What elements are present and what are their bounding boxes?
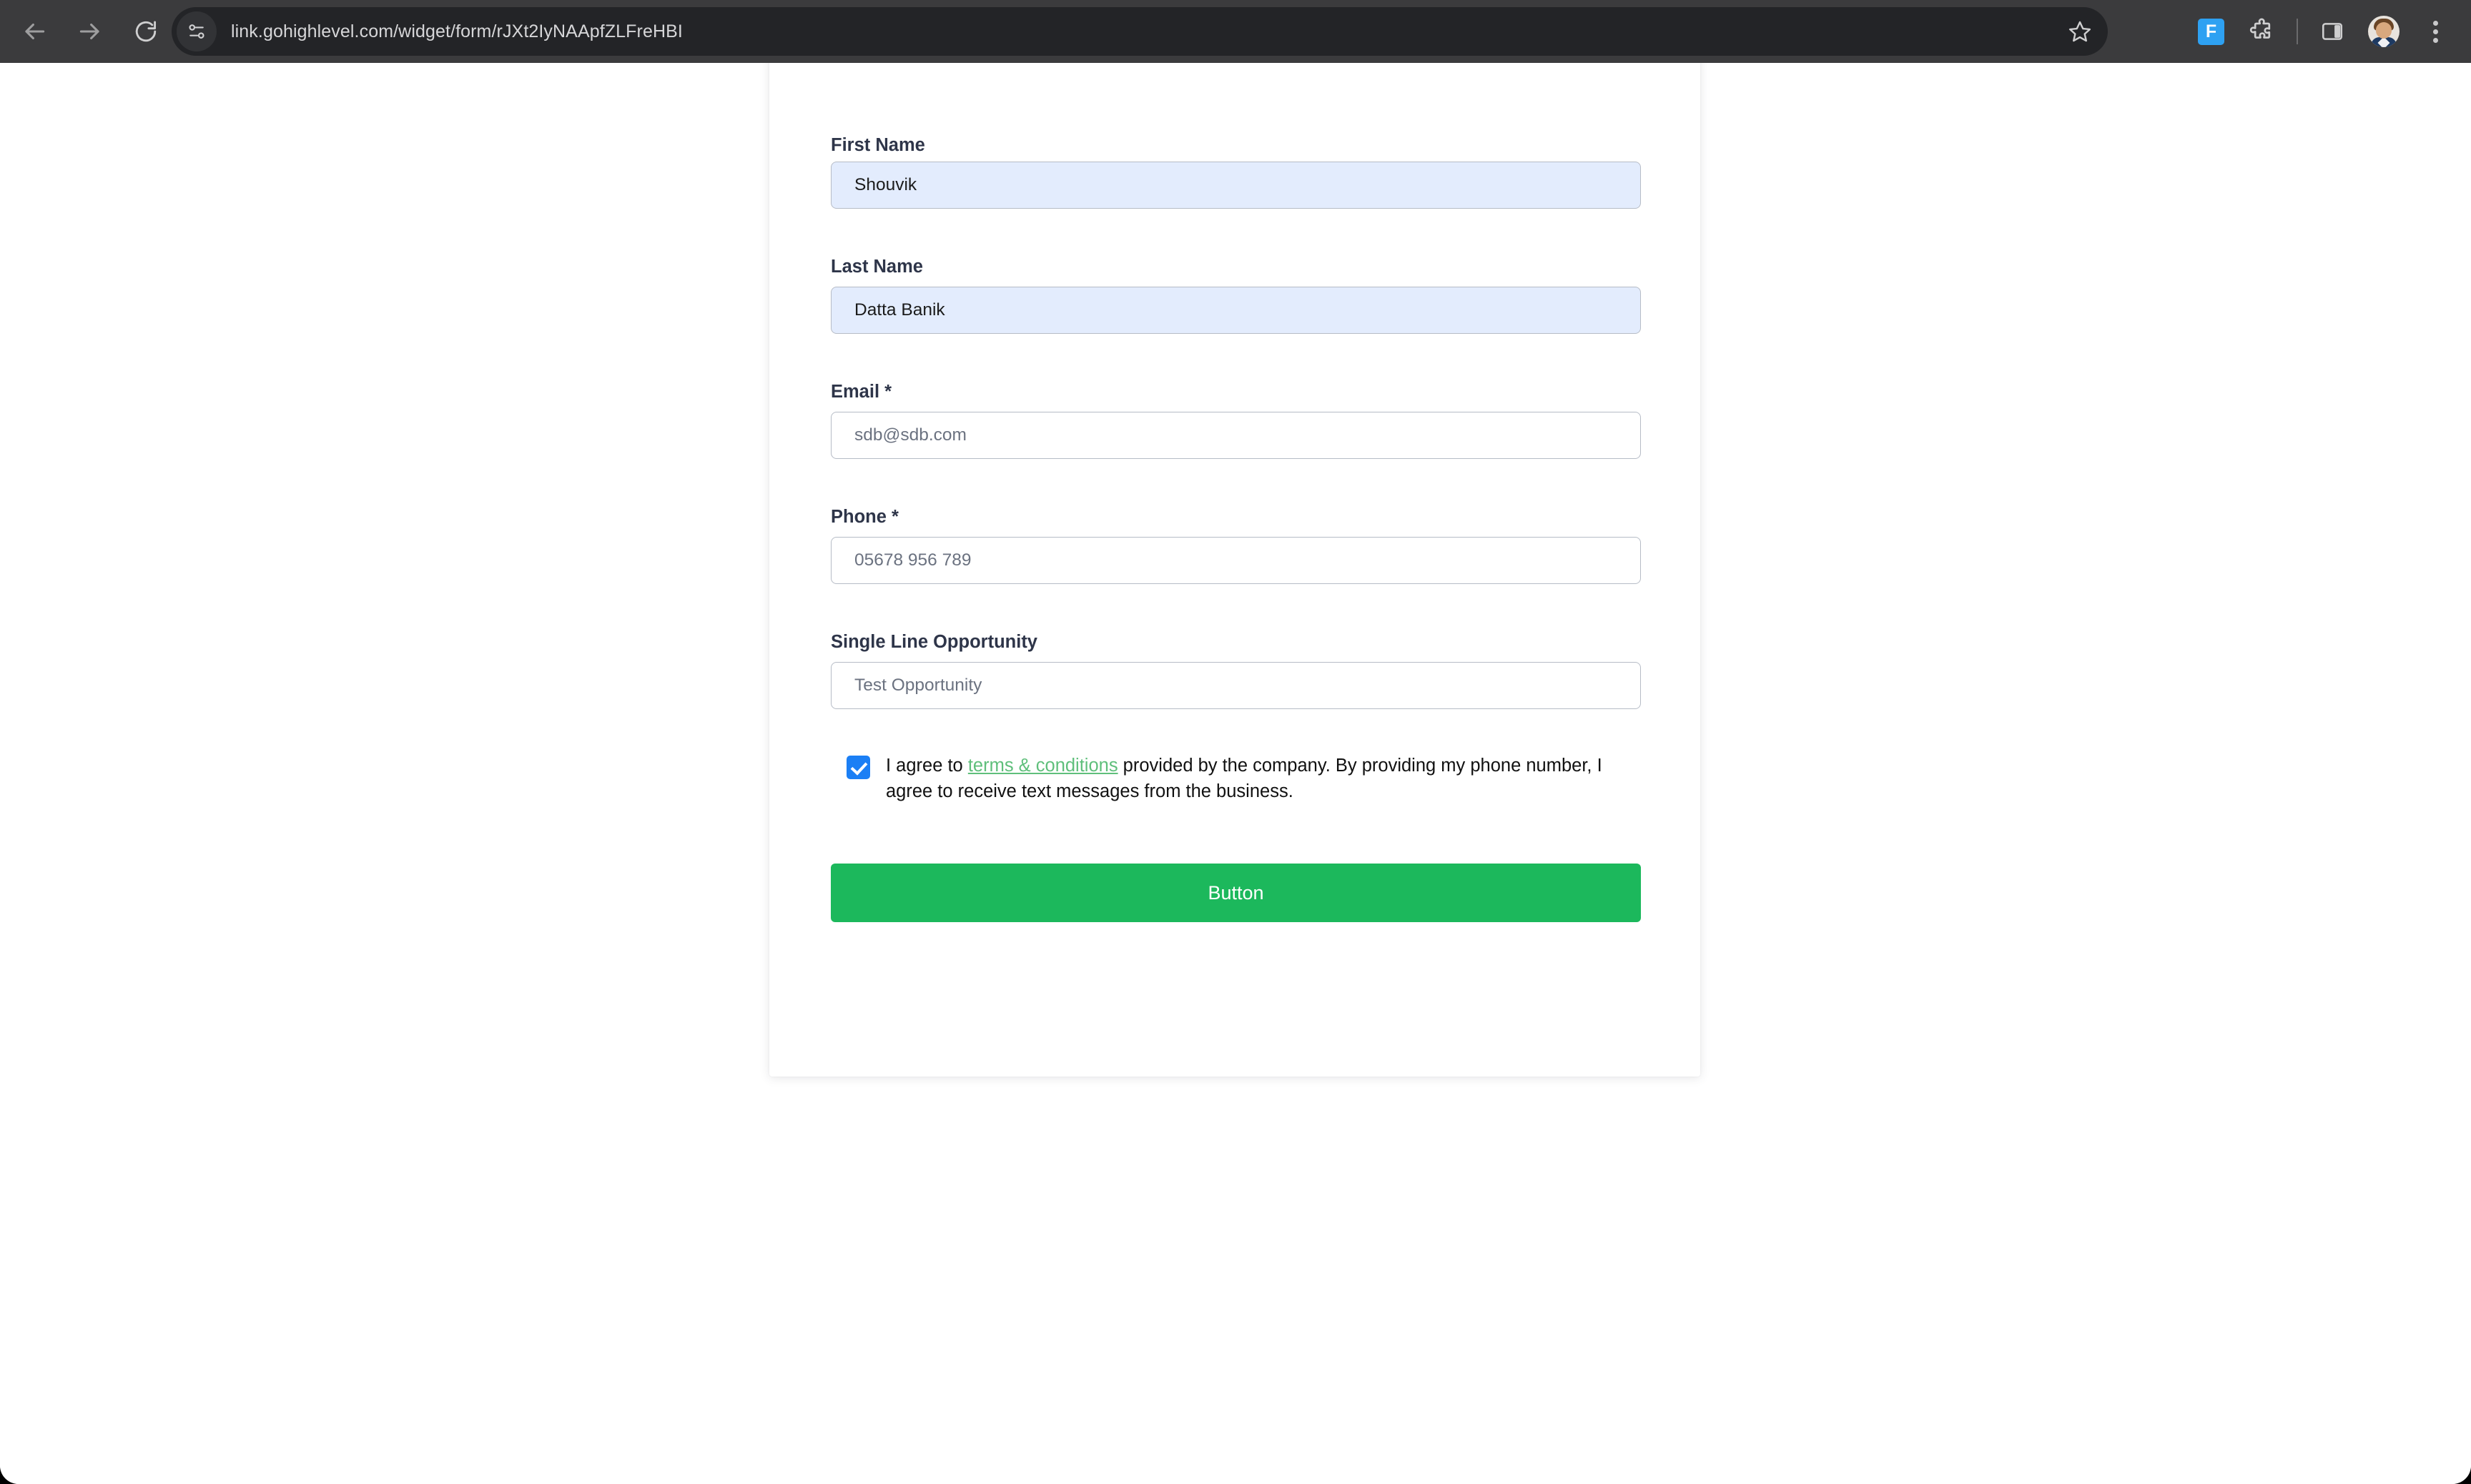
side-panel-button[interactable] bbox=[2307, 6, 2358, 57]
consent-text-before: I agree to bbox=[886, 756, 968, 776]
tune-sliders-icon bbox=[189, 24, 204, 39]
phone-input[interactable] bbox=[831, 537, 1641, 584]
url-text: link.gohighlevel.com/widget/form/rJXt2Iy… bbox=[231, 21, 683, 41]
star-icon bbox=[2068, 21, 2091, 42]
submit-button[interactable]: Button bbox=[831, 864, 1641, 922]
field-phone: Phone * bbox=[831, 506, 899, 528]
field-last-name: Last Name bbox=[831, 256, 923, 278]
forward-arrow-icon bbox=[79, 23, 99, 40]
consent-text: I agree to terms & conditions provided b… bbox=[886, 753, 1644, 804]
back-button[interactable] bbox=[9, 6, 60, 57]
puzzle-piece-icon bbox=[2249, 18, 2271, 39]
avatar-face bbox=[2376, 22, 2392, 39]
browser-window: link.gohighlevel.com/widget/form/rJXt2Iy… bbox=[0, 0, 2471, 1484]
profile-button[interactable] bbox=[2358, 6, 2410, 57]
figma-extension-glyph: F bbox=[2205, 21, 2216, 41]
terms-and-conditions-link[interactable]: terms & conditions bbox=[968, 756, 1118, 776]
field-label-last-name: Last Name bbox=[831, 257, 923, 277]
side-panel-icon bbox=[2322, 23, 2343, 40]
site-info-button[interactable] bbox=[177, 11, 217, 51]
first-name-input[interactable] bbox=[831, 162, 1641, 209]
field-email: Email * bbox=[831, 381, 892, 403]
avatar bbox=[2368, 16, 2400, 47]
page-viewport: First Name Last Name Email * Phone * bbox=[0, 63, 2471, 1484]
browser-toolbar: link.gohighlevel.com/widget/form/rJXt2Iy… bbox=[0, 0, 2471, 63]
back-arrow-icon bbox=[25, 23, 45, 40]
field-single-line-opportunity: Single Line Opportunity bbox=[831, 631, 1037, 653]
reload-icon bbox=[135, 21, 157, 42]
extensions-button[interactable] bbox=[2236, 6, 2288, 57]
chrome-menu-button[interactable] bbox=[2410, 6, 2461, 57]
figma-extension-icon: F bbox=[2197, 18, 2224, 45]
figma-extension-button[interactable]: F bbox=[2185, 6, 2236, 57]
form-card: First Name Last Name Email * Phone * bbox=[769, 63, 1700, 1077]
single-line-opportunity-input[interactable] bbox=[831, 662, 1641, 709]
email-input[interactable] bbox=[831, 412, 1641, 459]
toolbar-divider bbox=[2297, 19, 2298, 44]
field-label-email: Email * bbox=[831, 382, 892, 402]
field-first-name: First Name bbox=[831, 134, 925, 157]
field-label-phone: Phone * bbox=[831, 507, 899, 527]
three-dots-icon bbox=[2432, 20, 2438, 43]
address-bar[interactable]: link.gohighlevel.com/widget/form/rJXt2Iy… bbox=[172, 7, 2108, 56]
field-label-single-line-opportunity: Single Line Opportunity bbox=[831, 632, 1037, 652]
last-name-input[interactable] bbox=[831, 287, 1641, 334]
consent-row: I agree to terms & conditions provided b… bbox=[831, 753, 1644, 804]
bookmark-button[interactable] bbox=[2059, 11, 2101, 52]
forward-button[interactable] bbox=[64, 6, 116, 57]
terms-checkbox[interactable] bbox=[847, 756, 870, 779]
toolbar-actions: F bbox=[2185, 0, 2461, 63]
reload-button[interactable] bbox=[120, 6, 172, 57]
field-label-first-name: First Name bbox=[831, 135, 925, 155]
